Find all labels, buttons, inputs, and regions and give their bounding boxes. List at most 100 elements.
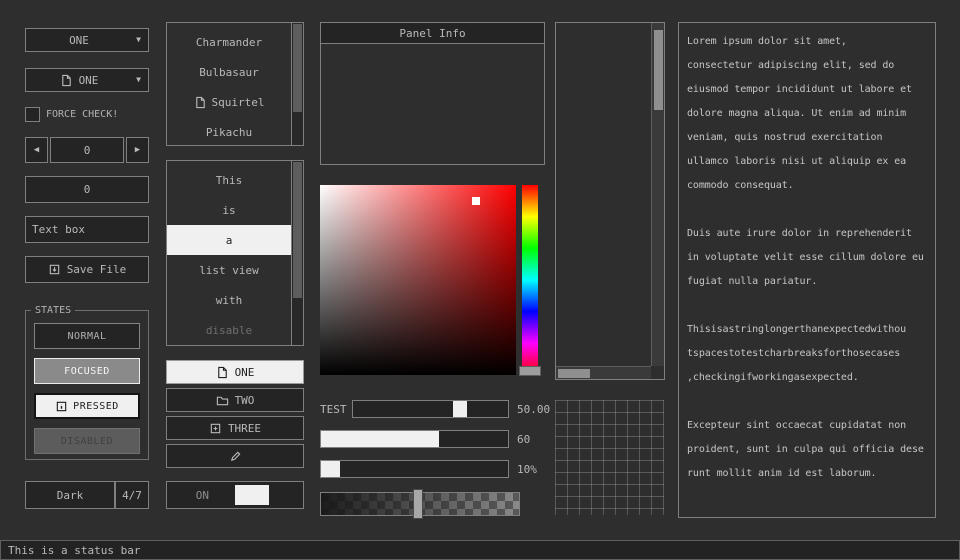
slider-value: 50.00 [517,403,550,416]
on-toggle-switch[interactable]: ON [166,481,304,509]
list-item-disabled: disable [167,315,291,345]
list-item[interactable]: Charmander [167,27,291,57]
vertical-scrollbar-thumb[interactable] [654,30,663,110]
dropdown-plain[interactable]: ONE ▼ [25,28,149,52]
toggle-button-two[interactable]: TWO [166,388,304,412]
force-check-label: FORCE CHECK! [46,109,118,120]
test-slider[interactable] [352,400,509,418]
chevron-down-icon: ▼ [136,76,141,84]
hue-bar[interactable] [522,185,538,375]
scrollbar-corner [651,366,664,379]
alpha-slider[interactable] [320,492,520,516]
toggle-button-one[interactable]: ONE [166,360,304,384]
text-box-value: Text box [32,223,85,236]
slider-bar-fill [321,431,439,447]
toggle-button-three[interactable]: THREE [166,416,304,440]
theme-toggle-label: Dark [57,489,84,502]
style-counter-box[interactable]: 4/7 [115,481,149,509]
file-icon [216,366,229,379]
widget-gallery: ONE ▼ ONE ▼ FORCE CHECK! ◀ 0 ▶ 0 Text bo… [0,0,960,560]
states-group-title: STATES [31,305,75,316]
pokemon-list-view: Charmander Bulbasaur Squirtel Pikachu [166,22,304,146]
disabled-state-label: DISABLED [61,436,113,447]
panel-info-titlebar: Panel Info [320,22,545,44]
list-item-label: Charmander [196,36,262,49]
force-check-checkbox[interactable] [25,107,40,122]
chevron-down-icon: ▼ [136,36,141,44]
focused-state-label: FOCUSED [64,366,110,377]
slider-bar-value: 60 [517,433,530,446]
list-item[interactable]: Pikachu [167,117,291,147]
list-item[interactable]: Squirtel [167,87,291,117]
progress-bar[interactable] [320,460,509,478]
hue-bar-thumb[interactable] [519,366,541,376]
scrollbar-thumb[interactable] [293,24,302,112]
toggle-one-label: ONE [235,366,255,379]
panel-info-title: Panel Info [399,27,465,40]
slider-thumb[interactable] [453,401,467,417]
lorem-text-panel: Lorem ipsum dolor sit amet, consectetur … [678,22,936,518]
file-icon [60,74,73,87]
list-item-label: Pikachu [206,126,252,139]
text-box[interactable]: Text box [25,216,149,243]
list-item[interactable]: This [167,165,291,195]
info-icon [55,400,68,413]
slider-bar[interactable] [320,430,509,448]
spinner-increment-button[interactable]: ▶ [126,137,149,163]
list-item[interactable]: with [167,285,291,315]
progress-bar-fill [321,461,340,477]
spinner-decrement-button[interactable]: ◀ [25,137,48,163]
scroll-panel [555,22,665,380]
scrollbar[interactable] [291,23,303,145]
progress-bar-value: 10% [517,463,537,476]
focused-state-button[interactable]: FOCUSED [34,358,140,384]
color-picker-sv-area[interactable] [320,185,516,375]
status-bar: This is a status bar [0,540,960,560]
horizontal-scrollbar[interactable] [556,366,651,379]
pokemon-list-items: Charmander Bulbasaur Squirtel Pikachu [167,27,291,147]
pressed-state-button[interactable]: PRESSED [34,393,140,419]
list-item-label: Squirtel [212,96,265,109]
theme-toggle-button[interactable]: Dark [25,481,115,509]
normal-state-button[interactable]: NORMAL [34,323,140,349]
list-item-label: list view [199,264,259,277]
horizontal-scrollbar-thumb[interactable] [558,369,590,378]
pencil-icon [229,450,242,463]
list-item-label: is [222,204,235,217]
pencil-tool-button[interactable] [166,444,304,468]
dropdown-icon-value: ONE [79,74,99,87]
list-item[interactable]: list view [167,255,291,285]
toggle-switch-knob[interactable] [235,485,269,505]
toggle-three-label: THREE [228,422,261,435]
demo-list-view: This is a list view with disable [166,160,304,346]
alpha-slider-thumb[interactable] [413,489,423,519]
list-item-label: This [216,174,243,187]
vertical-scrollbar[interactable] [651,23,664,366]
list-item-label: disable [206,324,252,337]
style-counter-value: 4/7 [122,489,142,502]
panel-info-body [320,43,545,165]
list-item-label: Bulbasaur [199,66,259,79]
pressed-state-label: PRESSED [73,401,119,412]
list-item-selected[interactable]: a [167,225,291,255]
list-item[interactable]: is [167,195,291,225]
save-file-label: Save File [67,263,127,276]
scrollbar[interactable] [291,161,303,345]
arrow-right-icon: ▶ [135,146,140,155]
grid-control [555,400,664,515]
arrow-left-icon: ◀ [34,146,39,155]
status-bar-text: This is a status bar [8,544,140,557]
spinner-value-box[interactable]: 0 [50,137,124,163]
slider-label: TEST [320,403,347,416]
demo-list-items: This is a list view with disable [167,165,291,345]
scrollbar-thumb[interactable] [293,162,302,298]
save-file-button[interactable]: Save File [25,256,149,283]
dropdown-plain-value: ONE [69,34,89,47]
color-picker-cursor[interactable] [472,197,480,205]
dropdown-with-icon[interactable]: ONE ▼ [25,68,149,92]
list-item[interactable]: Bulbasaur [167,57,291,87]
value-box[interactable]: 0 [25,176,149,203]
spinner-value: 0 [84,144,91,157]
toggle-two-label: TWO [235,394,255,407]
folder-icon [216,394,229,407]
